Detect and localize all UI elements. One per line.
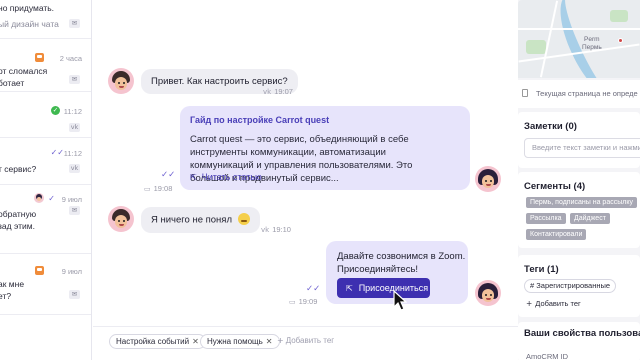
conversation-list: но придумать. ый дизайн чата ✉ 2 часа рт… [0,0,92,360]
user-avatar [34,193,44,203]
conversation-item[interactable]: ✓ 9 июл обратную зад этим. ✉ [0,186,91,254]
conversation-time: 11:12 [63,149,82,158]
conversation-time: 9 июл [61,267,82,276]
conversation-item[interactable]: ✓✓ 11:12 т сервис? vk [0,139,91,185]
message-time: ▭ 19:09 [289,297,318,306]
page-icon [522,89,528,97]
remove-tag-icon[interactable]: ✕ [192,337,199,346]
message-bubble: Я ничего не понял [141,207,260,233]
conversation-preview: рт сломался [0,66,48,76]
plus-icon: + [526,299,533,308]
mail-channel-icon: ✉ [69,290,80,299]
conversation-preview: обратную [0,209,37,219]
property-label: AmoCRM ID [526,352,569,360]
zoom-invite-text: Давайте созвонимся в Zoom. Присоединяйтес… [337,251,466,275]
mail-channel-icon: ✉ [69,206,80,215]
read-ticks-icon: ✓ [48,194,55,203]
external-link-icon: ⇱ [346,284,353,293]
conversation-item[interactable]: но придумать. ый дизайн чата ✉ [0,0,91,39]
user-avatar [108,68,134,94]
vk-channel-icon: vk [69,164,80,173]
add-user-tag-button[interactable]: + Добавить тег [526,299,581,308]
conversation-item[interactable]: ✓ 11:12 vk [0,93,91,138]
segment-chip[interactable]: Дайджест [570,213,610,224]
read-article-link[interactable]: ⇱ Читать статью [190,172,262,182]
conversation-preview: ый дизайн чата [0,19,59,29]
mail-channel-icon: ✉ [69,19,80,28]
article-title: Гайд по настройке Carrot quest [190,115,330,125]
read-ticks-icon: ✓✓ [50,148,64,157]
resolved-icon: ✓ [51,106,60,115]
conversation-time: 9 июл [61,195,82,204]
bot-icon [35,266,44,275]
plus-icon: + [277,336,284,345]
conversation-item[interactable]: 9 июл ак мне ет? ✉ [0,255,91,315]
properties-section: Ваши свойства пользовате AmoCRM ID [518,322,640,360]
properties-title: Ваши свойства пользовате [524,328,640,339]
agent-avatar [475,166,501,192]
segment-chip[interactable]: Контактировали [526,229,587,240]
location-map[interactable]: Perm Пермь [518,0,640,78]
agent-avatar [475,280,501,306]
conversation-preview: ботает [0,78,25,88]
chat-panel: Привет. Как настроить сервис? vk 19:07 Га… [93,0,518,360]
chat-icon: ▭ [289,298,296,306]
conversation-time: 11:12 [63,107,82,116]
map-label: Пермь [582,44,602,51]
read-ticks-icon: ✓✓ [161,170,176,180]
join-zoom-button[interactable]: ⇱ Присоединиться [337,278,430,298]
conversation-preview: но придумать. [0,3,55,13]
conversation-time: 2 часа [59,54,82,63]
segment-chip[interactable]: Пермь, подписаны на рассылку [526,197,637,208]
bot-icon [35,53,44,62]
add-tag-button[interactable]: + Добавить тег [277,336,334,345]
vk-icon: vk [263,88,272,96]
conversation-preview: зад этим. [0,221,35,231]
note-input[interactable]: Введите текст заметки и нажмите [524,138,640,158]
segments-section: Сегменты (4) Пермь, подписаны на рассылк… [518,172,640,248]
mail-channel-icon: ✉ [69,75,80,84]
notes-title: Заметки (0) [524,121,577,132]
notes-section: Заметки (0) Введите текст заметки и нажм… [518,112,640,168]
vk-channel-icon: vk [69,123,80,132]
message-time: vk 19:07 [263,87,293,96]
tag-chip[interactable]: Настройка событий ✕ [109,334,206,349]
user-tag-chip[interactable]: # Зарегистрированные [524,279,617,293]
conversation-tags-bar: Настройка событий ✕ Нужна помощь ✕ + Добави… [93,326,518,360]
message-time: ▭ 19:08 [144,184,173,193]
current-page-text: Текущая страница не опреде [536,89,638,98]
vk-icon: vk [261,226,270,234]
read-ticks-icon: ✓✓ [306,284,321,294]
map-label: Perm [584,36,600,43]
user-info-panel: Perm Пермь Текущая страница не опреде За… [518,0,640,360]
remove-tag-icon[interactable]: ✕ [266,337,273,346]
map-pin-icon [618,38,623,43]
conversation-preview: ет? [0,291,12,301]
external-link-icon: ⇱ [190,173,197,182]
tags-title: Теги (1) [524,264,559,275]
article-card: Гайд по настройке Carrot quest Carrot qu… [180,106,470,190]
current-page-row: Текущая страница не опреде [518,80,640,108]
confused-emoji-icon [238,213,250,225]
tag-chip[interactable]: Нужна помощь ✕ [200,334,280,349]
conversation-preview: ак мне [0,279,25,289]
chat-icon: ▭ [144,185,151,193]
message-time: vk 19:10 [261,225,291,234]
conversation-item[interactable]: 2 часа рт сломался ботает ✉ [0,40,91,92]
segment-chip[interactable]: Рассылка [526,213,566,224]
conversation-preview: т сервис? [0,164,37,174]
tags-section: Теги (1) # Зарегистрированные + Добавить … [518,255,640,317]
user-avatar [108,206,134,232]
segments-title: Сегменты (4) [524,181,586,192]
